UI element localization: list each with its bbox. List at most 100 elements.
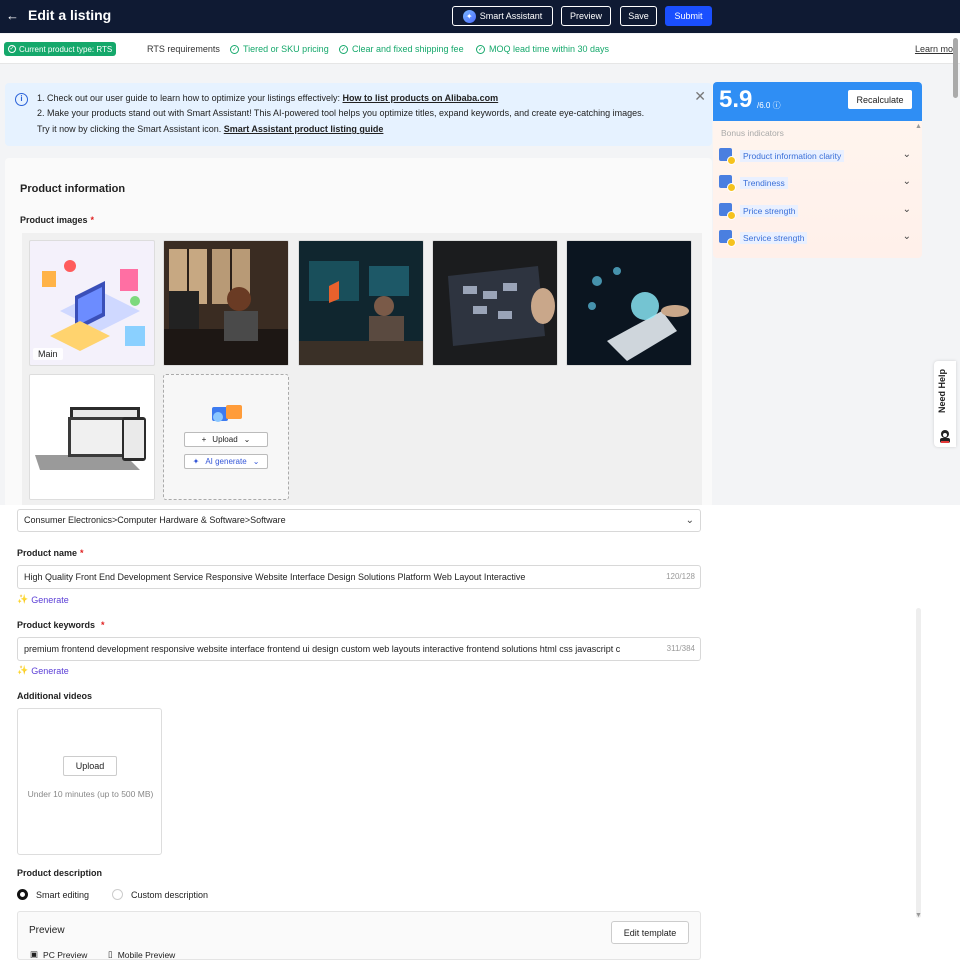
close-icon[interactable]: ✕ [694,88,706,105]
tip-line-2: 2. Make your products stand out with Sma… [37,108,645,118]
indicator-service-strength[interactable]: Service strength ⌄ [719,229,911,247]
product-name-value: High Quality Front End Development Servi… [24,572,526,582]
preview-panel: Preview ▣ PC Preview ▯ Mobile Preview [17,911,701,960]
product-description-label: Product description [17,868,103,878]
laptop-phone-photo [30,375,154,499]
preview-button[interactable]: Preview [561,6,611,26]
laptop-glow-photo [567,241,691,365]
main-tag: Main [33,348,63,360]
video-hint: Under 10 minutes (up to 500 MB) [27,789,154,799]
submit-button[interactable]: Submit [665,6,712,26]
product-keywords-label: Product keywords * [17,620,105,630]
check-circle-icon: ✓ [230,44,239,54]
score-header: 5.9 /6.0 ⓘ Recalculate [713,82,922,121]
top-bar: ← Edit a listing ✦ Smart Assistant Previ… [0,0,960,33]
product-image[interactable] [163,240,289,366]
recalculate-button[interactable]: Recalculate [848,90,912,109]
radio-unselected-icon [112,889,123,900]
arrow-left-icon[interactable]: ← [6,8,19,24]
generate-label: Generate [31,665,69,676]
info-icon: ⓘ [772,101,781,110]
tip-banner: i 1. Check out our user guide to learn h… [5,83,712,146]
category-select[interactable]: Consumer Electronics>Computer Hardware &… [17,509,701,532]
requirement-item: ✓ Clear and fixed shipping fee [339,44,464,54]
tip-line-3: Try it now by clicking the Smart Assista… [37,124,384,134]
check-circle-icon: ✓ [8,45,16,53]
product-name-input[interactable]: High Quality Front End Development Servi… [17,565,701,589]
learn-more-link[interactable]: Learn mor [915,44,956,54]
bonus-indicators-label: Bonus indicators [721,128,784,138]
monitor-icon: ▣ [30,949,39,959]
scroll-up-arrow[interactable]: ▲ [915,123,922,130]
character-counter: 311/384 [663,638,695,660]
edit-template-button[interactable]: Edit template [611,921,689,944]
page-scrollbar[interactable] [953,38,958,98]
product-images-label: Product images * [20,215,95,225]
product-image[interactable] [566,240,692,366]
right-blank [716,505,960,960]
chevron-down-icon: ⌄ [902,231,911,242]
ai-generate-button[interactable]: ✦ AI generate ⌄ [184,454,268,469]
generate-keywords-link[interactable]: ✨ Generate [17,665,69,676]
generate-label: Generate [31,594,69,605]
video-upload-box: Upload Under 10 minutes (up to 500 MB) [17,708,162,855]
page-title: Edit a listing [28,7,112,23]
custom-description-label: Custom description [131,889,209,900]
need-help-tab[interactable]: Need Help [934,361,956,447]
check-circle-icon: ✓ [339,44,348,54]
medal-icon [719,229,736,247]
indicator-product-information-clarity[interactable]: Product information clarity ⌄ [719,147,911,165]
smart-assistant-label: Smart Assistant [479,11,543,21]
sparkle-icon: ✦ [192,457,200,466]
product-image[interactable] [29,374,155,500]
image-upload-tile[interactable]: + Upload ⌄ ✦ AI generate ⌄ [163,374,289,500]
indicator-label: Product information clarity [740,150,845,162]
indicator-trendiness[interactable]: Trendiness ⌄ [719,174,911,192]
check-circle-icon: ✓ [476,44,485,54]
sidebar-scrollbar[interactable] [916,608,921,918]
save-button[interactable]: Save [620,6,657,26]
pc-preview-tab[interactable]: ▣ PC Preview [30,949,87,960]
medal-icon [719,202,736,220]
category-value: Consumer Electronics>Computer Hardware &… [24,515,286,525]
hologram-photo [299,241,423,365]
requirements-bar: ✓ Current product type: RTS RTS requirem… [0,34,960,64]
chevron-down-icon: ⌄ [902,204,911,215]
upload-label: Upload [212,435,238,444]
scroll-down-arrow[interactable]: ▼ [915,912,922,919]
product-image[interactable] [432,240,558,366]
product-name-label: Product name * [17,548,84,558]
indicator-price-strength[interactable]: Price strength ⌄ [719,202,911,220]
medal-icon [719,174,736,192]
product-image[interactable] [298,240,424,366]
sparkle-icon: ✦ [462,9,476,23]
office-photo [164,241,288,365]
smart-assistant-button[interactable]: ✦ Smart Assistant [452,6,553,26]
agent-avatar-icon [940,430,950,443]
product-keywords-value: premium frontend development responsive … [24,644,621,654]
requirement-item: ✓ MOQ lead time within 30 days [476,44,610,54]
info-icon: i [15,93,28,106]
sparkle-icon: ✨ [17,665,29,675]
user-guide-link[interactable]: How to list products on Alibaba.com [343,93,499,103]
smart-editing-label: Smart editing [36,889,90,900]
product-keywords-input[interactable]: premium frontend development responsive … [17,637,701,661]
side-gutter [716,258,960,505]
sparkle-icon: ✨ [17,594,29,604]
tablet-photo [433,241,557,365]
smart-assistant-guide-link[interactable]: Smart Assistant product listing guide [224,124,384,134]
medal-icon [719,147,736,165]
upload-image-button[interactable]: + Upload ⌄ [184,432,268,447]
indicator-label: Trendiness [740,177,788,189]
phone-icon: ▯ [108,949,113,959]
chevron-down-icon: ⌄ [902,176,911,187]
video-upload-button[interactable]: Upload [63,756,117,776]
product-type-badge: ✓ Current product type: RTS [4,42,117,56]
smart-editing-radio[interactable]: Smart editing [17,889,89,900]
product-type-label: Current product type: RTS [19,44,113,54]
requirement-item: ✓ Tiered or SKU pricing [230,44,329,54]
generate-name-link[interactable]: ✨ Generate [17,594,69,605]
product-image-main[interactable]: Main [29,240,155,366]
mobile-preview-tab[interactable]: ▯ Mobile Preview [108,949,175,960]
custom-description-radio[interactable]: Custom description [112,889,208,900]
